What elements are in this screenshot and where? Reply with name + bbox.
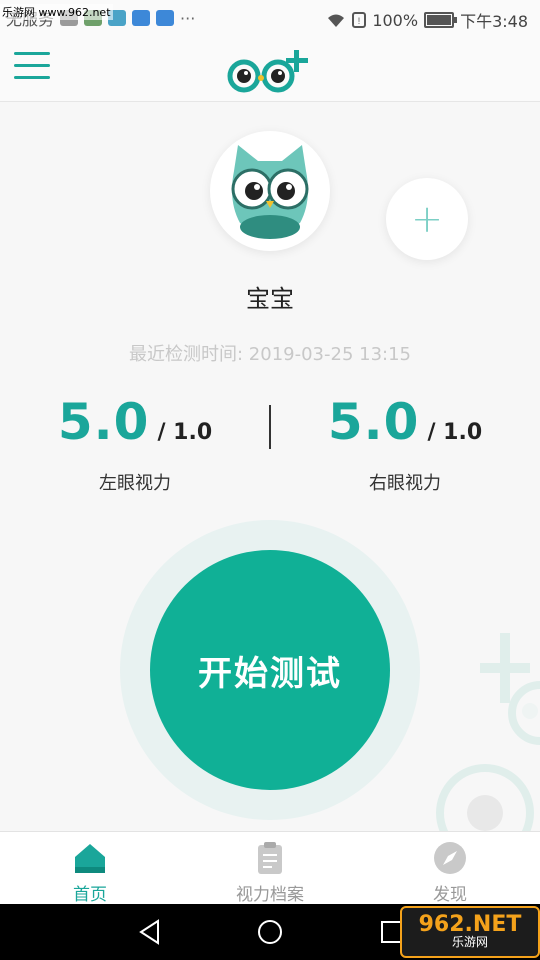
right-eye-ref: / 1.0: [427, 420, 483, 445]
main-content: + 宝宝 最近检测时间: 2019-03-25 13:15 5.0 / 1.0 …: [0, 103, 540, 831]
start-test-button[interactable]: 开始测试: [150, 550, 390, 790]
svg-text:!: !: [358, 16, 361, 26]
right-eye-score: 5.0 / 1.0: [328, 393, 482, 451]
home-icon: [75, 844, 105, 873]
watermark-logo-bottom: 乐游网: [451, 935, 488, 950]
add-child-button[interactable]: +: [386, 178, 468, 260]
background-owl-icon: [436, 633, 540, 831]
right-eye-value: 5.0: [327, 393, 420, 451]
last-test-time: 最近检测时间: 2019-03-25 13:15: [129, 344, 411, 365]
status-right: ! 100% 下午3:48: [326, 8, 528, 32]
battery-icon: [424, 12, 458, 28]
logo-icon: [227, 50, 308, 93]
start-test-label: 开始测试: [198, 653, 342, 694]
tab-discover[interactable]: 发现: [360, 832, 540, 905]
home-nav-icon[interactable]: [256, 918, 284, 946]
child-name: 宝宝: [246, 285, 294, 313]
right-eye-vision: 5.0 / 1.0 右眼视力: [270, 393, 540, 495]
watermark-logo-top: 962.NET: [418, 912, 522, 938]
app-icon: [156, 10, 175, 26]
app-header: [0, 36, 540, 102]
tab-vision-records-label: 视力档案: [236, 885, 304, 905]
shield-icon: [132, 10, 151, 26]
watermark-962-logo: 962.NET 乐游网: [400, 906, 540, 958]
sim-icon: !: [352, 12, 367, 28]
tab-bar: 首页 视力档案 发现: [0, 831, 540, 905]
left-eye-ref: / 1.0: [157, 420, 213, 445]
tab-discover-label: 发现: [433, 885, 467, 905]
left-eye-value: 5.0: [57, 393, 150, 451]
avatar[interactable]: [210, 131, 330, 251]
tab-home-label: 首页: [73, 885, 107, 905]
back-icon[interactable]: [136, 918, 164, 946]
left-eye-vision: 5.0 / 1.0 左眼视力: [0, 393, 270, 495]
hamburger-icon: [14, 52, 50, 55]
owl-avatar-icon: [231, 145, 309, 239]
menu-button[interactable]: [14, 52, 50, 82]
left-eye-label: 左眼视力: [99, 473, 171, 494]
compass-icon: [434, 842, 466, 874]
hamburger-icon-line: [14, 76, 50, 79]
plus-icon: +: [411, 197, 443, 241]
hamburger-icon-line: [14, 64, 50, 67]
more-icon: ···: [180, 8, 196, 28]
left-eye-score: 5.0 / 1.0: [58, 393, 212, 451]
clipboard-icon: [258, 842, 282, 874]
clock: 下午3:48: [460, 12, 528, 31]
tab-home[interactable]: 首页: [0, 832, 180, 905]
battery-percent: 100%: [372, 10, 419, 30]
right-eye-label: 右眼视力: [369, 473, 441, 494]
tab-vision-records[interactable]: 视力档案: [180, 832, 360, 905]
wifi-icon: [328, 14, 345, 27]
watermark-text: 乐游网 www.962.net: [0, 4, 113, 20]
